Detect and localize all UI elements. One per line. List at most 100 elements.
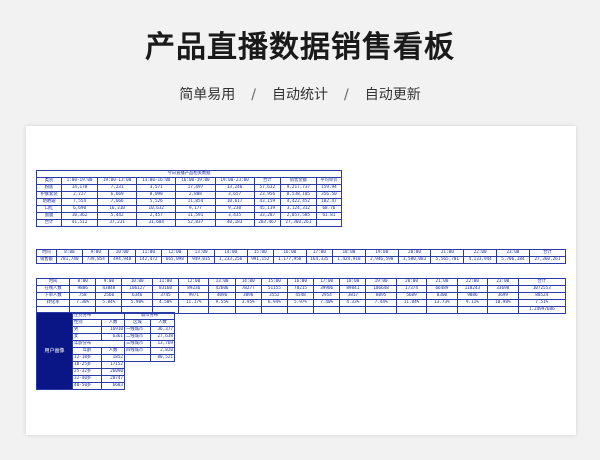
table-cell: 7,231 [97, 184, 138, 192]
table-cell: 1.24997686 [517, 306, 566, 314]
table-cell: 5.84% [95, 299, 123, 307]
table-cell: 9086 [456, 292, 489, 300]
column-header: 23:00 [496, 249, 530, 257]
column-header: 11:00 [134, 249, 163, 257]
table-cell: 7,554 [61, 198, 99, 206]
table-cell: 四线城市 [123, 347, 152, 355]
table-cell: 9971 [178, 292, 210, 300]
table-cell: 17374 [395, 285, 428, 293]
table-cell [487, 306, 519, 314]
table-cell: 1,233,256 [213, 256, 248, 264]
table-cell: 61.81 [315, 212, 343, 220]
table-cell: 6,690 [61, 205, 99, 213]
table-row: 合计 41,512 37,231 31,684 52,837 40,183 203,467 2… [35, 219, 343, 227]
table-row: 防晒霜 7,554 7,666 5,526 11,854 10,617 43,159 4,42… [35, 198, 343, 206]
column-header: 8:00 [69, 278, 97, 286]
table-cell: 4096 [208, 292, 236, 300]
table-cell: 45,139 [253, 205, 281, 213]
table-cell: 11.17% [178, 299, 210, 307]
column-header: 21:00 [430, 249, 465, 257]
table-cell: 7,666 [97, 198, 138, 206]
column-header: 9:00 [95, 278, 123, 286]
table-cell: 5,565,701 [430, 256, 465, 264]
table-cell: 8,538,185 [279, 191, 317, 199]
product-table: 今日直播产品相关数据 类别 1:00-19:00 19:00-13:00 13:00-1… [35, 170, 343, 227]
table-cell: 39906 [313, 285, 341, 293]
table-cell: 159.94 [315, 184, 343, 192]
column-header: 19:00 [365, 278, 397, 286]
table-cell: 78215 [286, 285, 315, 293]
column-header: 22:00 [463, 249, 498, 257]
column-header: 18:00 [332, 249, 366, 257]
column-header: 14:00 [213, 249, 248, 257]
table-cell: 9,217,737 [279, 184, 317, 192]
table-cell: 89841 [339, 285, 367, 293]
table-cell: 8,098 [136, 191, 177, 199]
table-cell: 203,467 [253, 219, 281, 227]
table-cell: 一线城市 [123, 326, 152, 334]
column-header: 15:00 [246, 249, 274, 257]
table-cell [234, 306, 262, 314]
table-cell: 三线城市 [123, 340, 152, 348]
column-header: 12:00 [178, 278, 210, 286]
feature-auto-update: 自动更新 [364, 87, 421, 103]
table-cell: 7.44% [365, 299, 397, 307]
table-cell [395, 306, 428, 314]
table-row: 口红 6,690 16,310 10,632 9,177 9,230 45,139 3,124… [35, 205, 343, 213]
table-cell: 6,669 [97, 191, 138, 199]
table-cell: 7.40% [313, 299, 341, 307]
table-cell: 27,360,261 [279, 219, 317, 227]
table-cell: 10,362 [61, 212, 99, 220]
table-cell: 女 [71, 333, 103, 341]
table-row: 用户画像 性别分布 城市分布 [36, 312, 175, 390]
table-cell: 粉底 [35, 184, 63, 192]
column-header: 区域 [123, 319, 152, 327]
table-cell: 83160 [151, 285, 180, 293]
table-cell: 3,571 [136, 184, 177, 192]
table-cell: 42606 [208, 285, 236, 293]
table-cell: 7.51% [517, 299, 566, 307]
table-cell: 739,854 [82, 256, 110, 264]
table-cell: 7.38% [69, 299, 97, 307]
table-cell: 2954 [313, 292, 341, 300]
table-cell: 33,287 [253, 212, 281, 220]
table-cell: 40,183 [214, 219, 255, 227]
column-header: 16:00 [272, 249, 307, 257]
table-row: 时间 8:00 9:00 10:00 11:00 12:00 13:00 14:00 15:00… [36, 249, 567, 257]
table-cell [313, 306, 341, 314]
section-title: 性别分布 [72, 312, 125, 320]
table-cell [339, 306, 367, 314]
table-cell: 17,497 [175, 184, 216, 192]
column-header: 19:00 [364, 249, 399, 257]
column-header: 类别 [35, 177, 63, 185]
table-row: 在线人数 9886 43848 106127 83160 89236 42606 78277 5… [35, 285, 566, 293]
table-cell: 2,057,585 [279, 212, 317, 220]
column-header: 22:00 [456, 278, 489, 286]
table-cell: 口红 [35, 205, 63, 213]
table-cell: 9,230 [214, 205, 255, 213]
table-cell: 758 [69, 292, 97, 300]
table-cell: 防晒霜 [35, 198, 63, 206]
table-cell: 男 [71, 326, 103, 334]
table-cell [365, 306, 397, 314]
table-cell: 23,956 [253, 191, 281, 199]
table-cell: 164,335 [305, 256, 334, 264]
table-cell: 3,124,312 [279, 205, 317, 213]
table-cell: 2,808 [175, 191, 216, 199]
table-cell: 949,015 [187, 256, 215, 264]
table-cell: 4548 [286, 292, 315, 300]
table-cell: 25-32岁 [71, 368, 103, 376]
table-cell: 80524 [517, 292, 566, 300]
table-row: 下单人数 758 2560 6346 3745 9971 4096 3096 3552 4548 2… [35, 292, 566, 300]
table-cell: 9.11% [456, 299, 489, 307]
column-header: 17:00 [305, 249, 334, 257]
column-header: 9:00 [82, 249, 110, 257]
table-cell: 10.98% [487, 299, 519, 307]
table-cell: 2,727 [61, 191, 99, 199]
column-header: 12:00 [161, 249, 189, 257]
table-cell: 3,657 [214, 191, 255, 199]
table-cell: 11,854 [175, 198, 216, 206]
table-row: 销售额 781,740 739,854 494,948 142,472 665,098 94… [36, 256, 567, 264]
table-cell: 43848 [95, 285, 123, 293]
column-header: 17:00 [313, 278, 341, 286]
